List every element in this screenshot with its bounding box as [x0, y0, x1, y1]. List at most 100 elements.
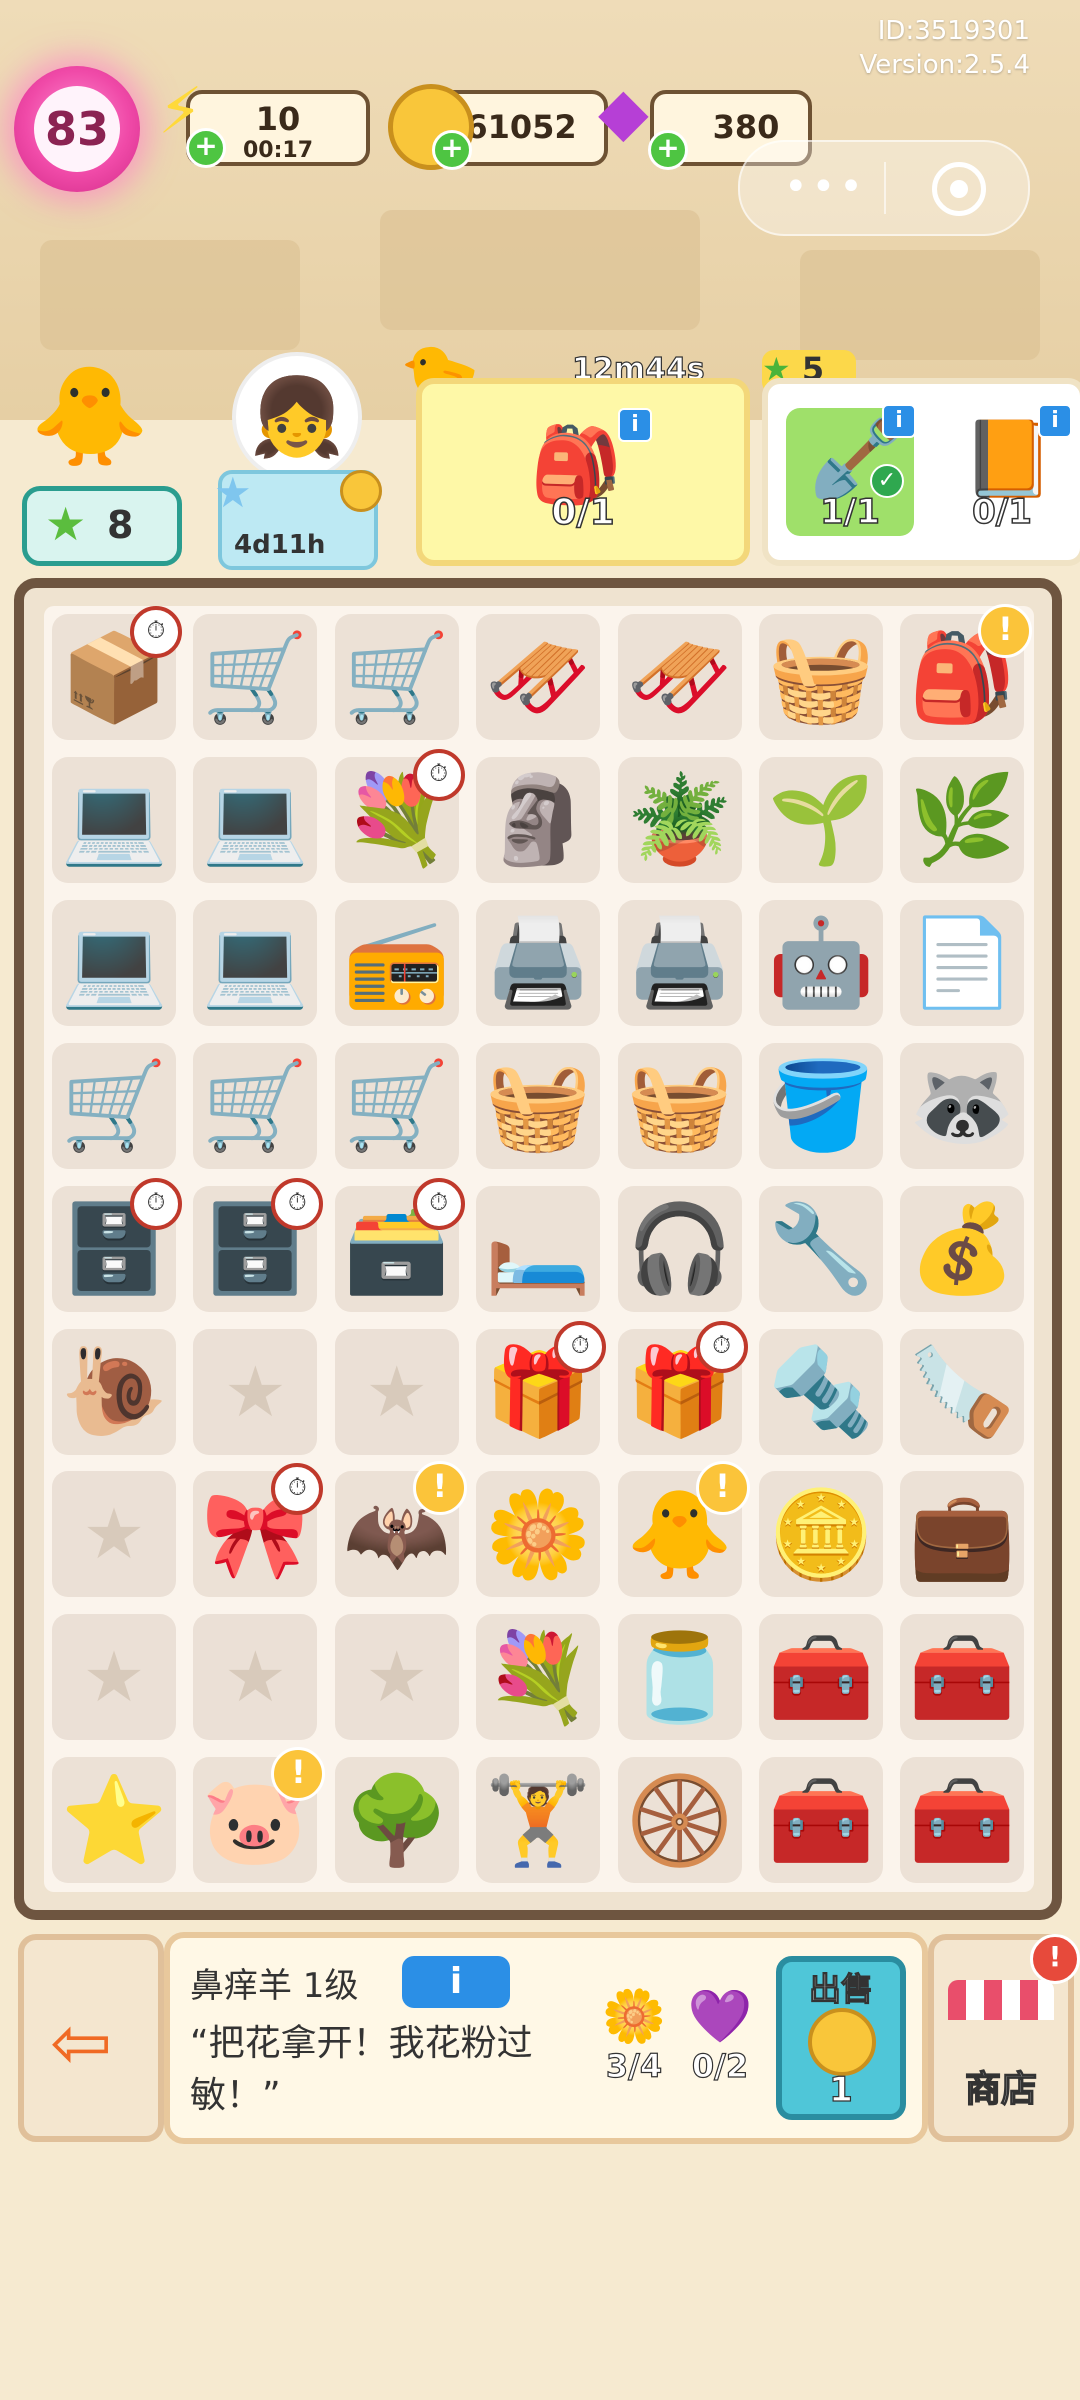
board-item[interactable]: 🫙 [617, 1614, 742, 1741]
board-item[interactable]: 🛒 [193, 1042, 318, 1169]
board-item[interactable]: 🧰 [759, 1614, 883, 1741]
board-item[interactable]: 🎧 [617, 1185, 742, 1312]
item-icon: 🛒 [201, 1056, 309, 1157]
board-item[interactable]: 🖨️ [617, 899, 742, 1026]
main-order-panel[interactable]: 🎒 i 0/1 [416, 378, 750, 566]
sell-button[interactable]: 出售 1 [776, 1956, 906, 2120]
board-item[interactable]: 🪙 [759, 1471, 883, 1598]
item-icon: 🖨️ [626, 913, 734, 1014]
board-item[interactable]: 🧰 [900, 1614, 1025, 1741]
board-item[interactable]: 🌿 [900, 756, 1025, 883]
board-item[interactable]: 🛒 [193, 614, 318, 740]
customer-avatar[interactable]: 👧 [232, 352, 362, 482]
board-item[interactable]: 💻 [193, 756, 318, 883]
board-item[interactable]: 🛏️ [476, 1185, 601, 1312]
board-item[interactable]: 🧺 [759, 614, 883, 740]
item-icon: 🔩 [767, 1342, 875, 1442]
close-miniprogram-icon[interactable] [932, 162, 986, 216]
board-item[interactable]: 🎁 ⏱ [617, 1320, 748, 1455]
board-item[interactable]: 🪣 [759, 1042, 883, 1169]
item-icon: 🔧 [767, 1199, 875, 1300]
board-item[interactable]: 🗄️ ⏱ [193, 1177, 324, 1312]
board-item[interactable]: 🛒 [334, 614, 459, 740]
shop-label: 商店 [964, 2068, 1037, 2110]
board-item[interactable]: 🐌 [52, 1328, 176, 1455]
board-item[interactable]: 🎒! [900, 604, 1033, 740]
board-item[interactable]: 🛷 [476, 614, 601, 740]
duck-star-count: 8 [107, 503, 134, 547]
board-item[interactable]: 💼 [900, 1471, 1025, 1598]
board-cell-empty: ★ [334, 1614, 459, 1741]
more-menu-icon[interactable]: ••• [784, 164, 867, 210]
level-badge[interactable]: 83 [14, 66, 140, 192]
coin-add-button[interactable]: + [432, 130, 472, 170]
board-item[interactable]: 🛷 [617, 614, 742, 740]
timer-icon: ⏱ [130, 606, 182, 658]
board-item[interactable]: 🎀 ⏱ [193, 1463, 324, 1598]
game-version: Version:2.5.4 [859, 50, 1030, 80]
board-cell-empty: ★ [52, 1471, 176, 1598]
order-slot-book[interactable]: 📙 i 0/1 [938, 404, 1072, 536]
item-icon: 🪣 [767, 1056, 875, 1157]
board-item[interactable]: 🦝 [900, 1042, 1025, 1169]
item-title: 鼻痒羊 1级 [190, 1966, 359, 2006]
board-item[interactable]: 🌳 [334, 1757, 459, 1884]
board-item[interactable]: 🛒 [52, 1042, 176, 1169]
gem-add-button[interactable]: + [648, 130, 688, 170]
order-slot-shovel[interactable]: 🪏 i ✓ 1/1 [786, 404, 916, 536]
board-item[interactable]: ⭐ [52, 1757, 176, 1884]
board-item[interactable]: 🖨️ [476, 899, 601, 1026]
shop-button[interactable]: 商店 ! [928, 1934, 1080, 2142]
item-icon: 🛷 [626, 627, 734, 728]
star-icon: ★ [214, 468, 252, 517]
board-item[interactable]: 🔩 [759, 1328, 883, 1455]
exit-button[interactable]: ⇦ [18, 1934, 164, 2142]
item-icon: 🏋️ [484, 1770, 592, 1871]
energy-add-button[interactable]: + [186, 128, 226, 168]
board-item[interactable]: 🪴 [617, 756, 742, 883]
board-item[interactable]: 📄 [900, 899, 1025, 1026]
board-item[interactable]: 💻 [52, 899, 176, 1026]
item-icon: 🛷 [484, 627, 592, 728]
board-item[interactable]: 💻 [193, 899, 318, 1026]
info-icon[interactable]: i [618, 408, 652, 442]
board-item[interactable]: 🪚 [900, 1328, 1025, 1455]
item-icon: 🪙 [767, 1484, 875, 1585]
item-icon: ⭐ [60, 1770, 168, 1871]
order-slot-count: 0/1 [971, 491, 1032, 533]
board-item[interactable]: 🌱 [759, 756, 883, 883]
board-item[interactable]: 🛞 [617, 1757, 742, 1884]
board-item[interactable]: 🤖 [759, 899, 883, 1026]
board-item[interactable]: 🎁 ⏱ [476, 1320, 607, 1455]
board-item[interactable]: 🦇! [334, 1461, 467, 1598]
board-item[interactable]: 🐥! [617, 1461, 750, 1598]
background-shelf [40, 240, 300, 350]
board-item[interactable]: 📦 ⏱ [52, 606, 182, 740]
worker-duck-icon[interactable]: 🐥 [30, 360, 150, 473]
board-item[interactable]: 🧺 [617, 1042, 742, 1169]
info-icon[interactable]: i [1038, 404, 1072, 438]
board-item[interactable]: 🧰 [900, 1757, 1025, 1884]
board-item[interactable]: 🧺 [476, 1042, 601, 1169]
board-item[interactable]: 🧰 [759, 1757, 883, 1884]
item-info-button[interactable]: i [402, 1956, 510, 2008]
board-item[interactable]: 🗄️ ⏱ [52, 1177, 182, 1312]
board-item[interactable]: 📻 [334, 899, 459, 1026]
board-item[interactable]: 🗿 [476, 756, 601, 883]
timer-icon: ⏱ [412, 1177, 465, 1230]
board-item[interactable]: 🔧 [759, 1185, 883, 1312]
item-icon: 🧺 [484, 1056, 592, 1157]
board-item[interactable]: 💐 ⏱ [334, 748, 465, 883]
item-icon: 🫙 [626, 1627, 734, 1728]
item-icon: 🤖 [767, 913, 875, 1014]
flower-icon: 🌼 [601, 1987, 667, 2047]
board-item[interactable]: 🏋️ [476, 1757, 601, 1884]
board-item[interactable]: 💻 [52, 756, 176, 883]
board-item[interactable]: 🌼 [476, 1471, 601, 1598]
board-item[interactable]: 💰 [900, 1185, 1025, 1312]
board-item[interactable]: 🛒 [334, 1042, 459, 1169]
board-item[interactable]: 🐷! [193, 1747, 326, 1884]
board-item[interactable]: 💐 [476, 1614, 601, 1741]
info-icon[interactable]: i [882, 404, 916, 438]
board-item[interactable]: 🗃️ ⏱ [334, 1177, 465, 1312]
